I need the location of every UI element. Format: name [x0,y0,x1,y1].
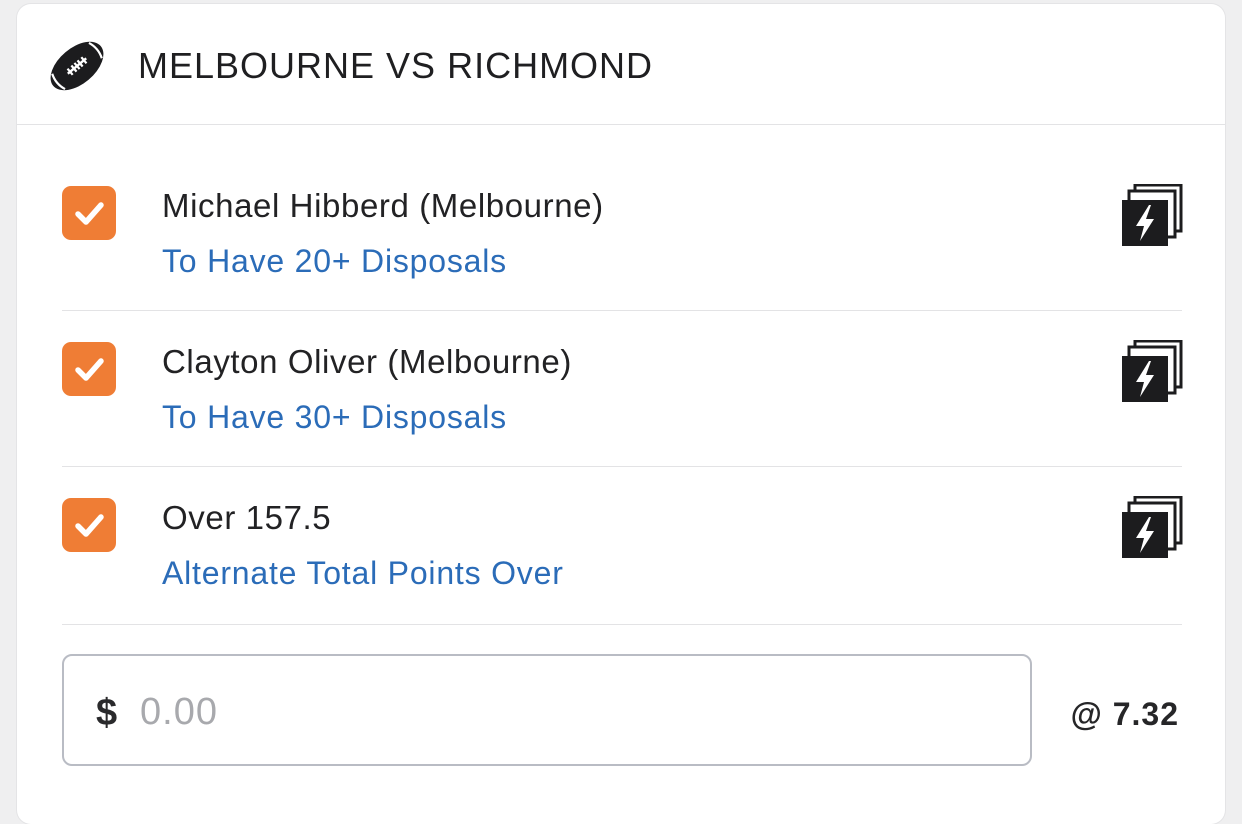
checkmark-icon [75,514,104,537]
bet-card: MELBOURNE VS RICHMOND Michael Hibberd (M… [17,4,1225,824]
stake-field[interactable]: $ [62,654,1032,766]
leg-checkbox[interactable] [62,186,116,240]
leg-selection: Over 157.5 [162,499,332,536]
stake-row: $ @ 7.32 [62,652,1182,772]
leg-selection: Clayton Oliver (Melbourne) [162,343,572,380]
leg-selection: Michael Hibberd (Melbourne) [162,187,604,224]
football-icon [50,41,104,91]
match-header: MELBOURNE VS RICHMOND [17,4,1225,125]
odds-label: @ 7.32 [1070,696,1179,732]
leg-checkbox[interactable] [62,498,116,552]
same-game-multi-icon[interactable] [1120,340,1184,404]
leg-market[interactable]: To Have 30+ Disposals [162,398,507,436]
checkmark-icon [75,202,104,225]
stake-input[interactable] [140,684,1000,740]
match-title: MELBOURNE VS RICHMOND [138,45,654,86]
checkmark-icon [75,358,104,381]
leg-checkbox[interactable] [62,342,116,396]
bet-leg: Over 157.5 Alternate Total Points Over [62,466,1184,625]
same-game-multi-icon[interactable] [1120,184,1184,248]
bet-leg: Clayton Oliver (Melbourne) To Have 30+ D… [62,310,1184,467]
leg-market[interactable]: Alternate Total Points Over [162,554,564,592]
same-game-multi-icon[interactable] [1120,496,1184,560]
leg-market[interactable]: To Have 20+ Disposals [162,242,507,280]
currency-symbol: $ [96,692,118,734]
bet-leg: Michael Hibberd (Melbourne) To Have 20+ … [62,154,1184,311]
